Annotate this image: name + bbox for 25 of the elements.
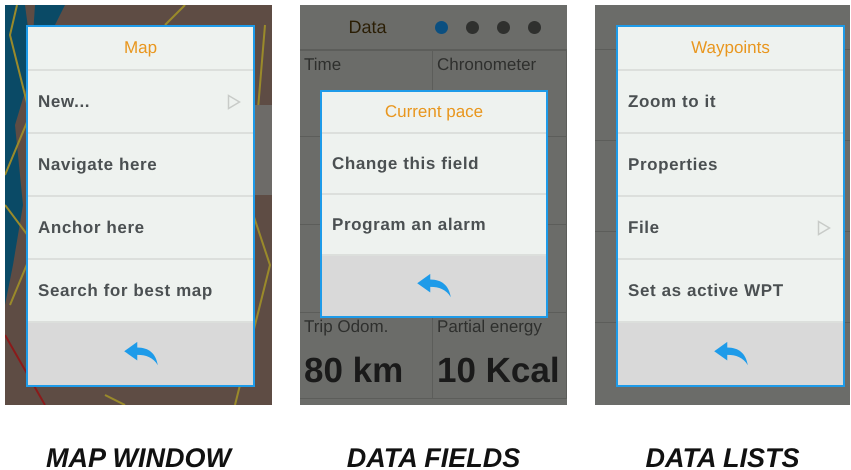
panel-caption: DATA FIELDS — [346, 443, 520, 470]
menu-title: Map — [124, 38, 158, 58]
menu-item[interactable]: Navigate here — [28, 134, 253, 197]
menu-item[interactable]: Properties — [618, 134, 843, 197]
panel-caption: DATA LISTS — [646, 443, 800, 470]
field-label: Trip Odom. — [304, 317, 390, 337]
field-label: Chronometer — [437, 55, 538, 75]
field-value: 80 km — [304, 351, 404, 391]
panel-caption: MAP WINDOW — [46, 443, 231, 470]
field-value: 10 Kcal — [437, 351, 561, 391]
screen-title: Data — [347, 16, 388, 38]
triangle-icon — [227, 94, 241, 110]
menu-item[interactable]: New... — [28, 71, 253, 134]
menu-item[interactable]: File — [618, 197, 843, 260]
triangle-icon — [817, 220, 831, 236]
menu-title: Current pace — [384, 102, 484, 122]
menu-title: Waypoints — [691, 38, 770, 58]
menu-item[interactable]: Zoom to it — [618, 71, 843, 134]
back-button[interactable] — [618, 323, 843, 385]
back-button[interactable] — [28, 323, 253, 385]
field-label: Partial energy — [437, 317, 543, 337]
menu-item[interactable]: Change this field — [322, 134, 546, 195]
back-button[interactable] — [322, 256, 546, 316]
menu-item[interactable]: Anchor here — [28, 197, 253, 260]
field-label: Time — [304, 55, 342, 75]
